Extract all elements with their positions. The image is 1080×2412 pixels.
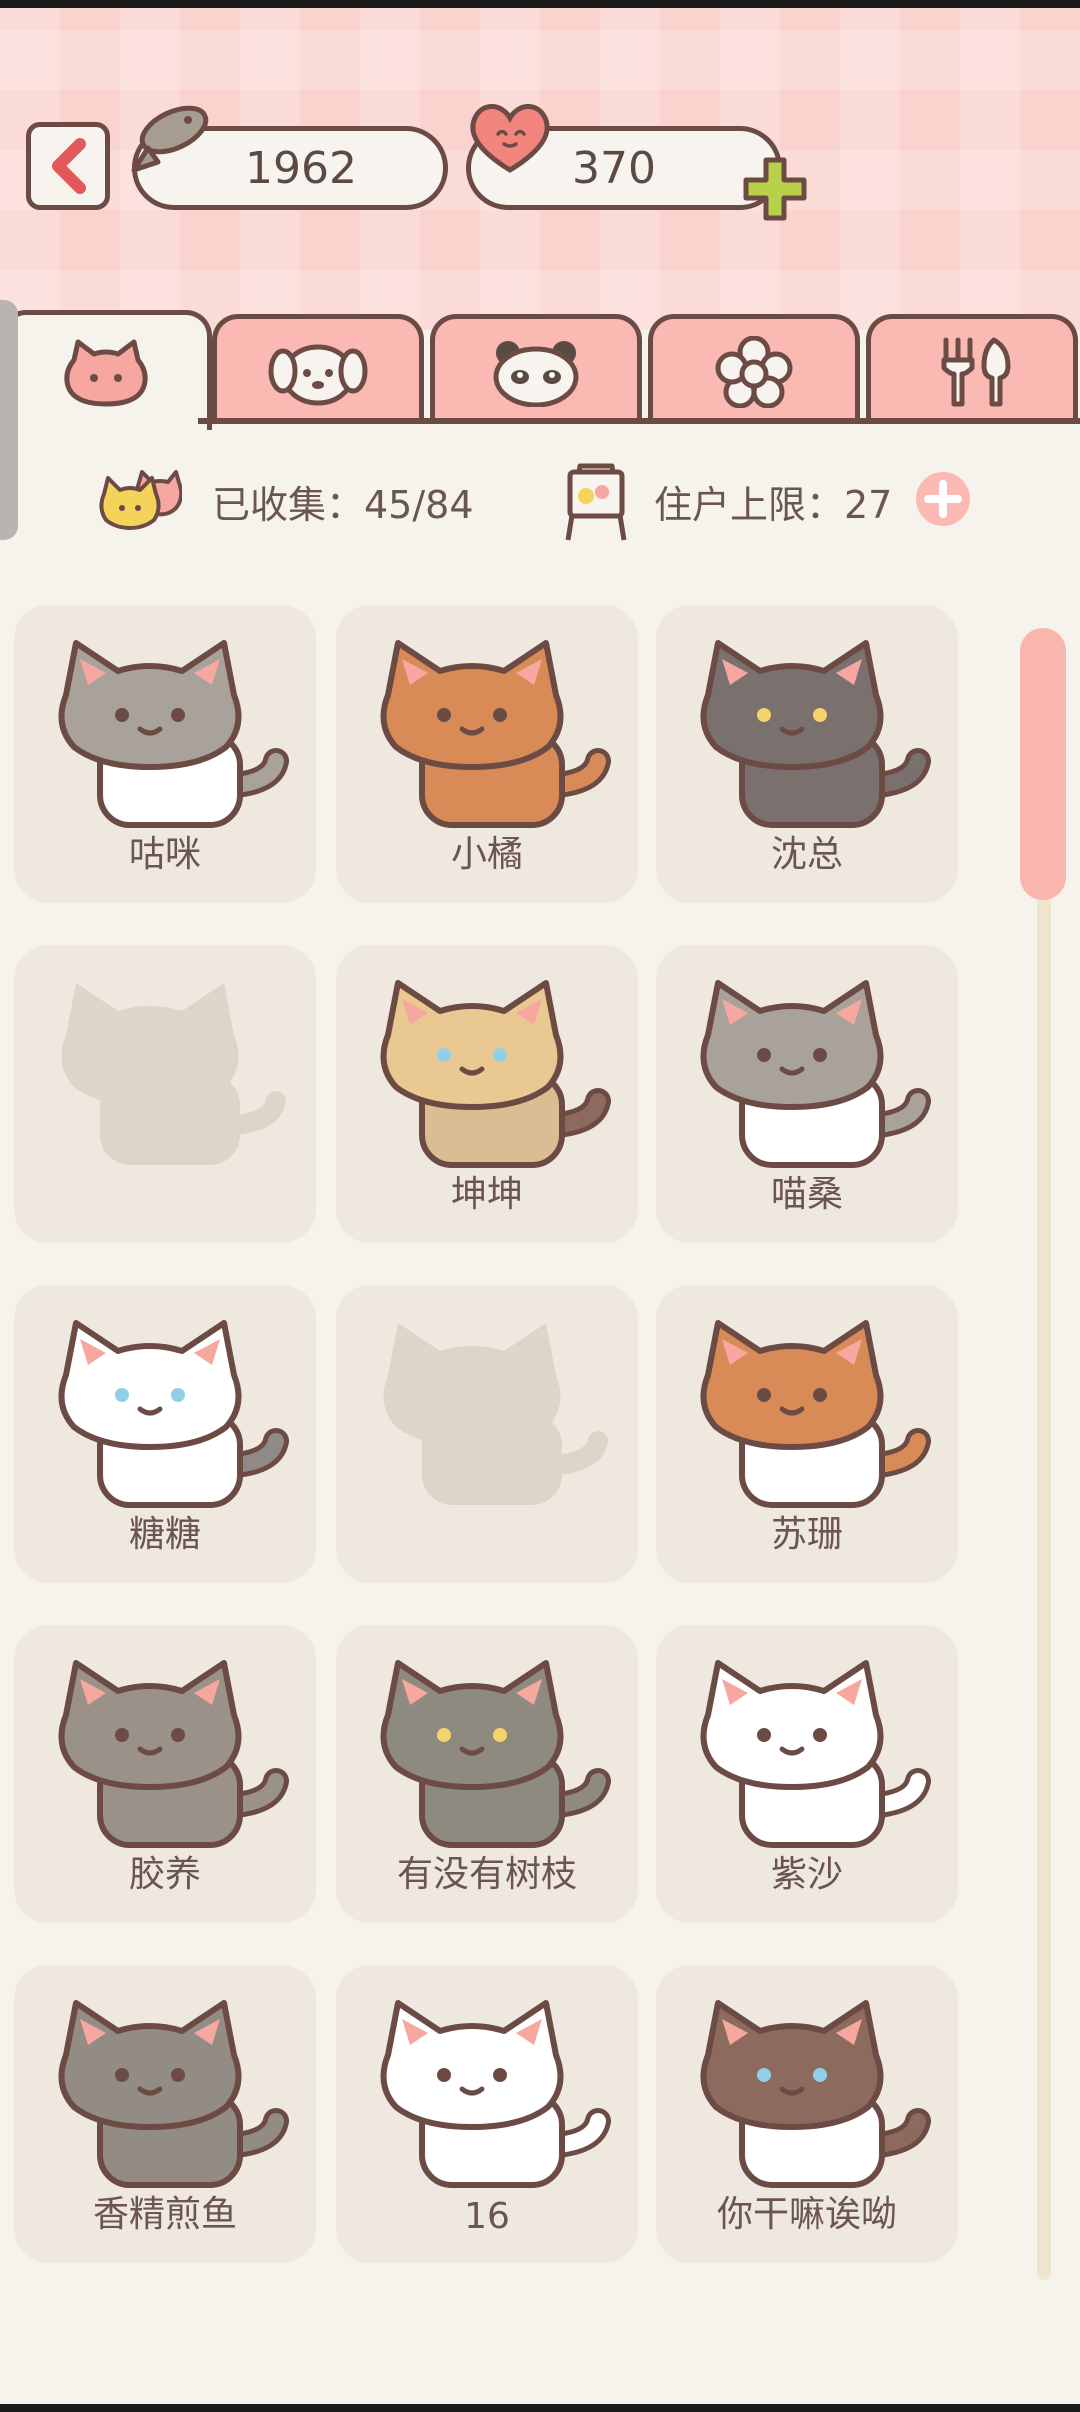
add-hearts-button[interactable]	[742, 156, 808, 222]
cat-card-locked[interactable]	[336, 1285, 638, 1583]
category-tabs	[0, 310, 1080, 430]
cat-name-label: 小橘	[450, 834, 523, 875]
cat-card[interactable]: 糖糖	[14, 1285, 316, 1583]
cat-name-label: 苏珊	[770, 1514, 843, 1555]
cat-card[interactable]: 喵桑	[656, 945, 958, 1243]
cat-portrait-icon	[700, 1320, 931, 1508]
collection-stats: 已收集：45/84 住户上限：27	[0, 460, 1080, 541]
cat-card[interactable]: 有没有树枝	[336, 1625, 638, 1923]
cat-card[interactable]: 紫沙	[656, 1625, 958, 1923]
screen-bottom-edge	[0, 2404, 1080, 2412]
tab-pandas[interactable]	[430, 314, 642, 424]
cat-name-label: 糖糖	[128, 1514, 201, 1555]
locked-cat-silhouette-icon	[383, 1323, 608, 1505]
cat-portrait-icon	[700, 980, 931, 1168]
cat-card[interactable]: 沈总	[656, 605, 958, 903]
cat-card[interactable]: 胶养	[14, 1625, 316, 1923]
cat-name-label: 咕咪	[128, 834, 201, 875]
cat-portrait-icon	[700, 2000, 931, 2188]
fish-icon	[131, 105, 209, 173]
tab-flowers[interactable]	[648, 314, 860, 424]
locked-cat-silhouette-icon	[61, 983, 286, 1165]
sign-board-icon	[565, 463, 627, 541]
active-tab-gap	[18, 418, 198, 426]
capacity-label: 住户上限：27	[654, 483, 893, 527]
tab-food[interactable]	[866, 314, 1078, 424]
cat-card[interactable]: 咕咪	[14, 605, 316, 903]
cat-name-label: 胶养	[128, 1854, 201, 1895]
cat-icon	[64, 339, 148, 406]
cat-name-label: 紫沙	[770, 1854, 843, 1895]
cat-card-locked[interactable]	[14, 945, 316, 1243]
cat-name-label: 你干嘛诶呦	[716, 2194, 897, 2235]
cat-portrait-icon	[700, 640, 931, 828]
cat-card[interactable]: 香精煎鱼	[14, 1965, 316, 2263]
cat-portrait-icon	[58, 1320, 289, 1508]
cat-name-label: 喵桑	[770, 1174, 843, 1215]
fish-count: 1962	[245, 142, 357, 194]
cat-card[interactable]: 16	[336, 1965, 638, 2263]
collected-cats-icon	[99, 470, 182, 530]
cat-card[interactable]: 你干嘛诶呦	[656, 1965, 958, 2263]
cat-card[interactable]: 坤坤	[336, 945, 638, 1243]
scrollbar-thumb[interactable]	[1020, 628, 1066, 900]
cat-portrait-icon	[380, 640, 611, 828]
add-capacity-button[interactable]	[914, 470, 972, 528]
dog-icon	[268, 344, 368, 405]
flower-icon	[715, 335, 793, 408]
cat-portrait-icon	[58, 2000, 289, 2188]
cat-portrait-icon	[700, 1660, 931, 1848]
heart-icon	[470, 104, 550, 173]
cat-portrait-icon	[380, 1660, 611, 1848]
cat-card[interactable]: 小橘	[336, 605, 638, 903]
collected-count-label: 已收集：45/84	[212, 483, 474, 527]
cat-name-label: 香精煎鱼	[92, 2194, 237, 2235]
cat-name-label: 有没有树枝	[396, 1854, 577, 1895]
cat-portrait-icon	[380, 980, 611, 1168]
back-button[interactable]	[26, 122, 110, 210]
cat-portrait-icon	[380, 2000, 611, 2188]
cat-card[interactable]: 苏珊	[656, 1285, 958, 1583]
heart-count: 370	[572, 142, 656, 194]
cat-portrait-icon	[58, 640, 289, 828]
cat-name-label: 坤坤	[450, 1174, 523, 1215]
cat-name-label: 16	[464, 2196, 510, 2237]
panda-icon	[493, 340, 579, 407]
chevron-left-icon	[52, 138, 86, 194]
tab-cats[interactable]	[0, 310, 212, 430]
cat-portrait-icon	[58, 1660, 289, 1848]
tab-dogs[interactable]	[212, 314, 424, 424]
utensils-icon	[941, 337, 1011, 406]
cat-name-label: 沈总	[770, 834, 843, 875]
